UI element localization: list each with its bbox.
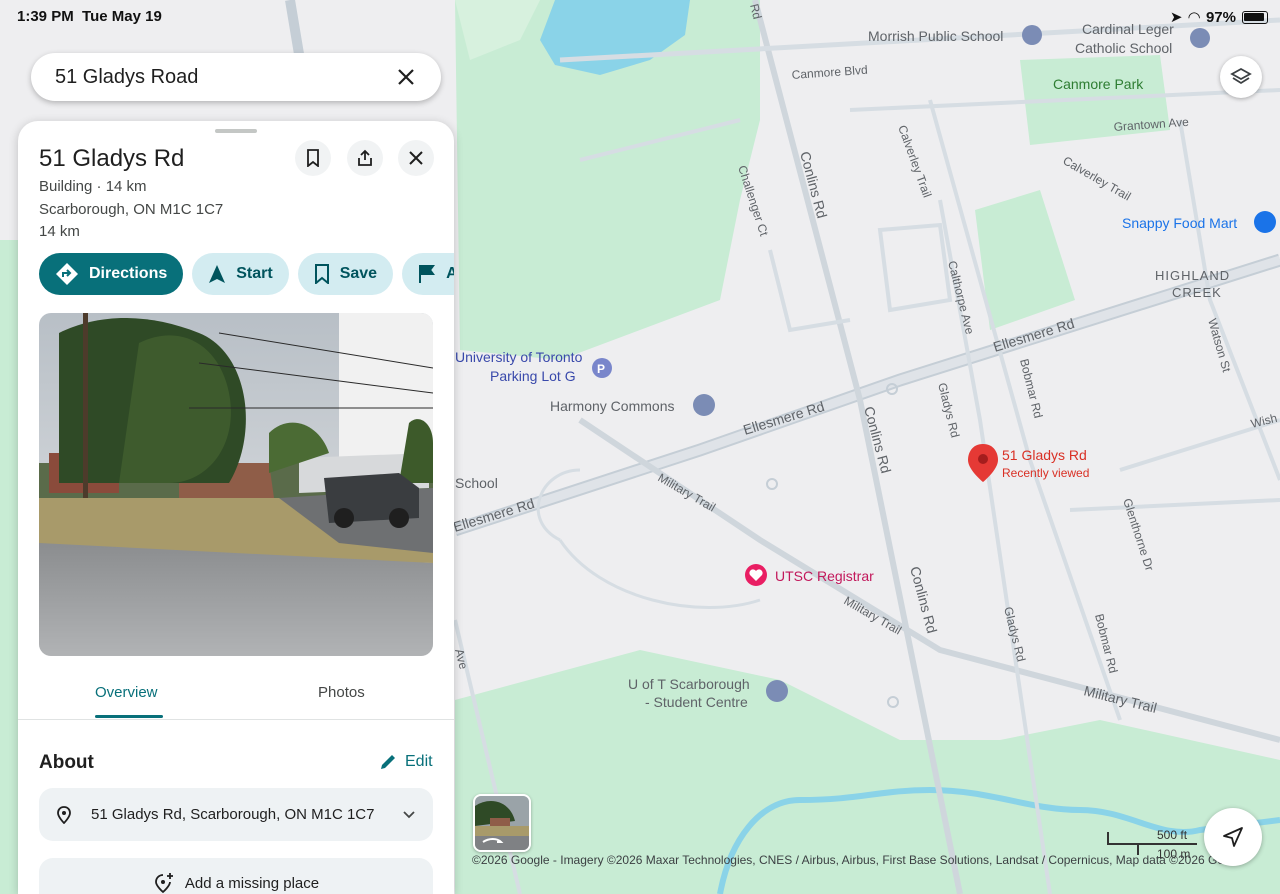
directions-label: Directions bbox=[89, 265, 168, 282]
status-time: 1:39 PM Tue May 19 bbox=[17, 8, 162, 25]
start-button[interactable]: Start bbox=[192, 253, 289, 295]
add-label-button[interactable]: A bbox=[402, 253, 454, 295]
bookmark-icon bbox=[314, 264, 329, 284]
tab-overview[interactable]: Overview bbox=[95, 684, 158, 701]
search-input[interactable]: 51 Gladys Road bbox=[55, 66, 395, 89]
pencil-icon bbox=[381, 755, 395, 769]
map-label-school: Cardinal Leger bbox=[1082, 21, 1174, 37]
add-location-icon bbox=[154, 873, 173, 894]
navigation-arrow-icon bbox=[1223, 827, 1243, 847]
share-icon bbox=[358, 149, 372, 166]
flag-icon bbox=[419, 265, 436, 283]
search-bar[interactable]: 51 Gladys Road bbox=[31, 53, 441, 101]
place-tabs: Overview Photos bbox=[18, 676, 454, 720]
map-label-poi: Parking Lot G bbox=[490, 368, 576, 384]
tab-photos[interactable]: Photos bbox=[318, 684, 365, 701]
edit-label: Edit bbox=[405, 753, 433, 770]
directions-button[interactable]: Directions bbox=[39, 253, 184, 295]
active-tab-indicator bbox=[95, 715, 163, 718]
place-locality: Scarborough, ON M1C 1C7 bbox=[39, 201, 224, 218]
directions-icon bbox=[56, 263, 78, 285]
add-label-label: A bbox=[446, 265, 454, 282]
close-icon bbox=[409, 151, 423, 165]
about-heading: About bbox=[39, 752, 94, 773]
street-view-thumbnail[interactable] bbox=[473, 794, 531, 852]
map-label-poi: School bbox=[455, 475, 498, 491]
street-view-image bbox=[39, 313, 433, 656]
save-label: Save bbox=[339, 265, 378, 282]
edit-button[interactable]: Edit bbox=[379, 753, 433, 771]
add-missing-place-button[interactable]: Add a missing place bbox=[39, 858, 433, 894]
location-arrow-icon: ➤ bbox=[1169, 9, 1183, 26]
map-label-poi: U of T Scarborough bbox=[628, 676, 750, 692]
map-label-poi: University of Toronto bbox=[455, 349, 583, 365]
shop-icon[interactable] bbox=[1254, 211, 1276, 233]
map-label-school: Morrish Public School bbox=[868, 28, 1003, 44]
school-icon[interactable] bbox=[766, 680, 788, 702]
add-missing-place-label: Add a missing place bbox=[184, 874, 320, 892]
map-label-park: Canmore Park bbox=[1053, 76, 1144, 92]
bookmark-icon bbox=[307, 149, 319, 167]
street-view-thumbnail-image bbox=[475, 796, 529, 850]
map-attribution: ©2026 Google - Imagery ©2026 Maxar Techn… bbox=[472, 853, 1225, 867]
layers-icon bbox=[1230, 67, 1252, 85]
school-icon[interactable] bbox=[1022, 25, 1042, 45]
place-title: 51 Gladys Rd bbox=[39, 145, 185, 172]
wifi-icon: ◠ bbox=[1188, 9, 1200, 26]
map-label-poi: Snappy Food Mart bbox=[1122, 215, 1237, 231]
map-label-poi: UTSC Registrar bbox=[775, 568, 874, 584]
map-label-area: HIGHLAND bbox=[1155, 268, 1230, 283]
layers-button[interactable] bbox=[1220, 56, 1262, 98]
place-distance: 14 km bbox=[39, 223, 80, 240]
sheet-drag-handle[interactable] bbox=[215, 129, 257, 133]
clear-search-icon[interactable] bbox=[395, 66, 417, 88]
location-pin-icon bbox=[57, 805, 71, 824]
map-label-poi: - Student Centre bbox=[645, 694, 748, 710]
action-chips: Directions Start Save A bbox=[39, 253, 454, 295]
start-label: Start bbox=[236, 265, 273, 282]
pin-sublabel: Recently viewed bbox=[1002, 466, 1089, 480]
close-panel-button[interactable] bbox=[398, 140, 434, 176]
parking-glyph: P bbox=[597, 362, 605, 376]
scale-feet: 500 ft bbox=[1157, 828, 1188, 842]
status-date: Tue May 19 bbox=[82, 8, 162, 25]
map-label-school: Catholic School bbox=[1075, 40, 1172, 56]
street-view-photo[interactable] bbox=[39, 313, 433, 656]
my-location-button[interactable] bbox=[1204, 808, 1262, 866]
address-text: 51 Gladys Rd, Scarborough, ON M1C 1C7 bbox=[91, 806, 375, 823]
save-bookmark-button[interactable] bbox=[295, 140, 331, 176]
battery-icon bbox=[1242, 10, 1268, 24]
chevron-down-icon bbox=[403, 810, 415, 818]
share-button[interactable] bbox=[347, 140, 383, 176]
map-label-poi: Harmony Commons bbox=[550, 398, 674, 414]
park-area bbox=[0, 240, 20, 894]
address-row[interactable]: 51 Gladys Rd, Scarborough, ON M1C 1C7 bbox=[39, 788, 433, 841]
school-icon[interactable] bbox=[693, 394, 715, 416]
navigation-arrow-icon bbox=[209, 265, 226, 283]
school-icon[interactable] bbox=[1190, 28, 1210, 48]
status-indicators: ➤ ◠ 97% bbox=[1170, 8, 1268, 26]
pin-label: 51 Gladys Rd bbox=[1002, 447, 1087, 463]
place-sheet[interactable]: 51 Gladys Rd Building · 14 km Scarboroug… bbox=[18, 121, 454, 894]
save-button[interactable]: Save bbox=[297, 253, 394, 295]
status-clock: 1:39 PM bbox=[17, 8, 74, 25]
battery-level: 97% bbox=[1205, 8, 1236, 26]
map-label-area: CREEK bbox=[1172, 285, 1222, 300]
place-category: Building · 14 km bbox=[39, 178, 147, 195]
